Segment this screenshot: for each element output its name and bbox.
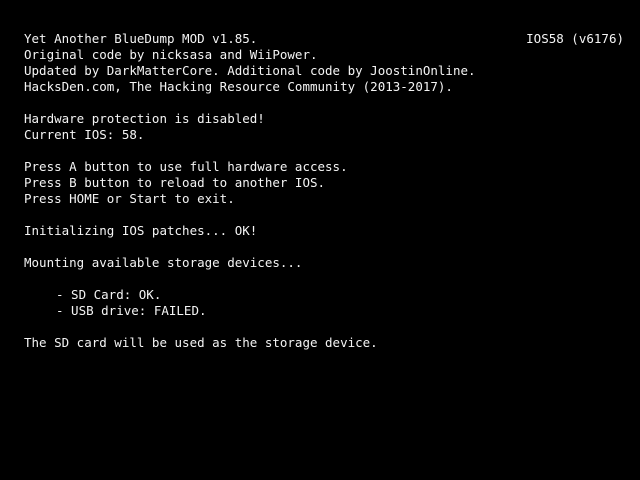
credits-original: Original code by nicksasa and WiiPower. (24, 47, 318, 62)
credits-site: HacksDen.com, The Hacking Resource Commu… (24, 79, 453, 94)
console-screen: IOS58 (v6176) Yet Another BlueDump MOD v… (0, 0, 640, 480)
log-mounting: Mounting available storage devices... (24, 255, 303, 270)
instruction-button-a: Press A button to use full hardware acce… (24, 159, 348, 174)
hw-protection-status: Hardware protection is disabled! (24, 111, 265, 126)
log-usb-drive: - USB drive: FAILED. (56, 303, 207, 318)
log-storage-result: The SD card will be used as the storage … (24, 335, 378, 350)
current-ios-status: Current IOS: 58. (24, 127, 145, 142)
log-init-patches: Initializing IOS patches... OK! (24, 223, 258, 238)
instruction-button-home: Press HOME or Start to exit. (24, 191, 235, 206)
app-title: Yet Another BlueDump MOD v1.85. (24, 31, 258, 46)
credits-updated: Updated by DarkMatterCore. Additional co… (24, 63, 476, 78)
console-output: Yet Another BlueDump MOD v1.85. Original… (24, 31, 624, 351)
log-sd-card: - SD Card: OK. (56, 287, 162, 302)
instruction-button-b: Press B button to reload to another IOS. (24, 175, 326, 190)
